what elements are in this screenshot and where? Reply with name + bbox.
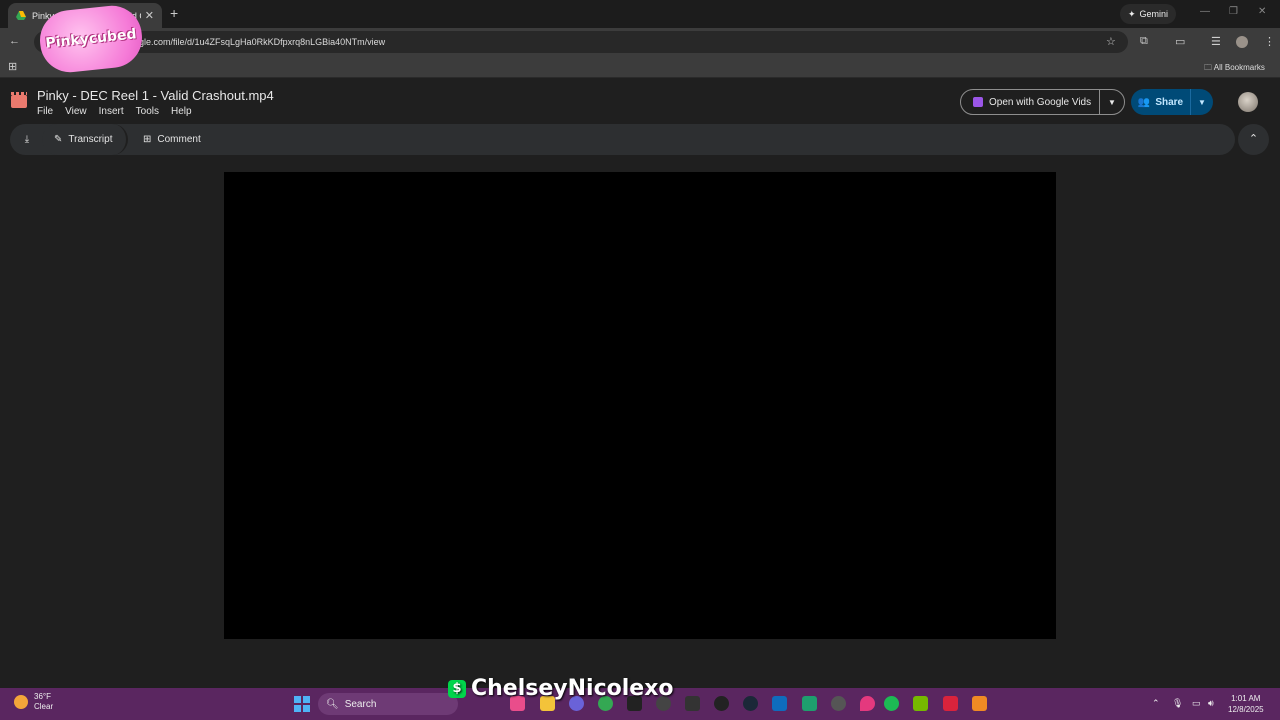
transcript-label: Transcript xyxy=(68,134,113,145)
app-icon-2[interactable] xyxy=(802,696,817,711)
clock-time: 1:01 AM xyxy=(1231,694,1261,703)
weather-desc: Clear xyxy=(34,702,54,711)
app-icon-3[interactable] xyxy=(831,696,846,711)
menu-insert[interactable]: Insert xyxy=(99,106,124,117)
comment-label: Comment xyxy=(157,134,201,145)
app-icon-4[interactable] xyxy=(943,696,958,711)
video-player[interactable] xyxy=(224,172,1056,639)
share-label: Share xyxy=(1155,96,1184,108)
menu-file[interactable]: File xyxy=(37,106,53,117)
open-with-label: Open with Google Vids xyxy=(989,96,1092,108)
search-label: Search xyxy=(344,698,377,710)
tab-strip xyxy=(0,0,1280,28)
system-clock[interactable]: 1:01 AM 12/8/2025 xyxy=(1228,693,1264,715)
close-tab-icon[interactable]: ✕ xyxy=(145,9,154,22)
share-main[interactable]: 👥 Share xyxy=(1131,89,1191,115)
transcript-button[interactable]: ✎ Transcript xyxy=(42,124,128,155)
spotify-icon[interactable] xyxy=(884,696,899,711)
new-tab-button[interactable]: + xyxy=(170,5,178,21)
menu-bar: File View Insert Tools Help xyxy=(37,106,192,117)
menu-help[interactable]: Help xyxy=(171,106,192,117)
watermark: $ ChelseyNicolexo xyxy=(448,676,674,701)
taskbar-search[interactable]: 🔍︎ Search xyxy=(318,693,458,715)
open-with-vids-button[interactable]: Open with Google Vids ▼ xyxy=(960,89,1125,115)
minimize-icon[interactable]: — xyxy=(1200,6,1210,17)
google-drive-icon xyxy=(16,10,26,20)
bookmarks-bar xyxy=(0,56,1280,78)
more-icon[interactable]: ⋮ xyxy=(1264,35,1275,48)
moon-weather-icon xyxy=(14,695,28,709)
close-window-icon[interactable]: ✕ xyxy=(1258,6,1266,17)
network-icon[interactable]: ▭ xyxy=(1192,698,1201,709)
download-icon: ⤓ xyxy=(24,134,30,145)
people-icon: 👥 xyxy=(1137,96,1151,108)
download-button[interactable]: ⤓ xyxy=(10,124,44,155)
weather-temp: 36°F xyxy=(34,692,51,701)
search-icon: 🔍︎ xyxy=(326,698,339,710)
volume-icon[interactable]: 🔊︎ xyxy=(1208,698,1214,709)
open-with-vids-main[interactable]: Open with Google Vids xyxy=(961,90,1100,114)
share-dropdown-icon[interactable]: ▼ xyxy=(1191,98,1213,107)
gemini-button[interactable]: ✦ Gemini xyxy=(1120,4,1177,24)
transcript-icon: ✎ xyxy=(54,134,63,145)
share-button[interactable]: 👥 Share ▼ xyxy=(1131,89,1213,115)
extensions-icon[interactable]: ⧉ xyxy=(1140,35,1148,48)
url-text[interactable]: ogle.com/file/d/1u4ZFsqLgHa0RkKDfpxrq8nL… xyxy=(134,37,385,47)
reading-list-icon[interactable]: ☰ xyxy=(1211,35,1221,48)
maximize-icon[interactable]: ❐ xyxy=(1229,6,1238,17)
account-avatar[interactable] xyxy=(1238,92,1258,112)
weather-widget[interactable]: 36°F Clear xyxy=(14,692,53,712)
cast-icon[interactable]: ▭ xyxy=(1175,35,1185,48)
outlook-icon[interactable] xyxy=(772,696,787,711)
tray-chevron-icon[interactable]: ⌃ xyxy=(1152,698,1160,709)
gemini-label: Gemini xyxy=(1139,9,1169,19)
nvidia-icon[interactable] xyxy=(913,696,928,711)
menu-tools[interactable]: Tools xyxy=(136,106,159,117)
watermark-text: ChelseyNicolexo xyxy=(471,676,674,701)
open-with-dropdown-icon[interactable]: ▼ xyxy=(1100,98,1124,107)
maps-pin-icon[interactable] xyxy=(860,696,875,711)
cashapp-icon: $ xyxy=(448,679,466,698)
file-title[interactable]: Pinky - DEC Reel 1 - Valid Crashout.mp4 xyxy=(37,88,274,103)
back-icon[interactable]: ← xyxy=(9,35,20,47)
app-icon-5[interactable] xyxy=(972,696,987,711)
all-bookmarks[interactable]: 🗀 All Bookmarks xyxy=(1204,62,1265,76)
logitech-icon[interactable] xyxy=(714,696,729,711)
steam-icon[interactable] xyxy=(743,696,758,711)
folder-icon: 🗀 xyxy=(1204,63,1214,72)
sticker-text: Pinkycubed xyxy=(44,26,138,52)
google-vids-icon xyxy=(973,97,983,107)
all-bookmarks-label: All Bookmarks xyxy=(1213,63,1265,72)
video-file-icon xyxy=(11,92,27,108)
sparkle-icon: ✦ xyxy=(1128,8,1136,19)
add-comment-icon: ⊞ xyxy=(143,134,152,145)
bookmark-star-icon[interactable]: ☆ xyxy=(1106,35,1116,48)
menu-view[interactable]: View xyxy=(65,106,87,117)
profile-avatar[interactable] xyxy=(1236,36,1248,48)
comment-button[interactable]: ⊞ Comment xyxy=(131,124,213,155)
apps-grid-icon[interactable]: ⊞ xyxy=(8,60,17,73)
microphone-icon[interactable]: 🎙︎ xyxy=(1172,698,1183,709)
epic-games-icon[interactable] xyxy=(685,696,700,711)
clock-date: 12/8/2025 xyxy=(1228,705,1264,714)
collapse-chevron-icon[interactable]: ⌃ xyxy=(1238,124,1269,155)
windows-start-icon[interactable] xyxy=(294,696,310,712)
